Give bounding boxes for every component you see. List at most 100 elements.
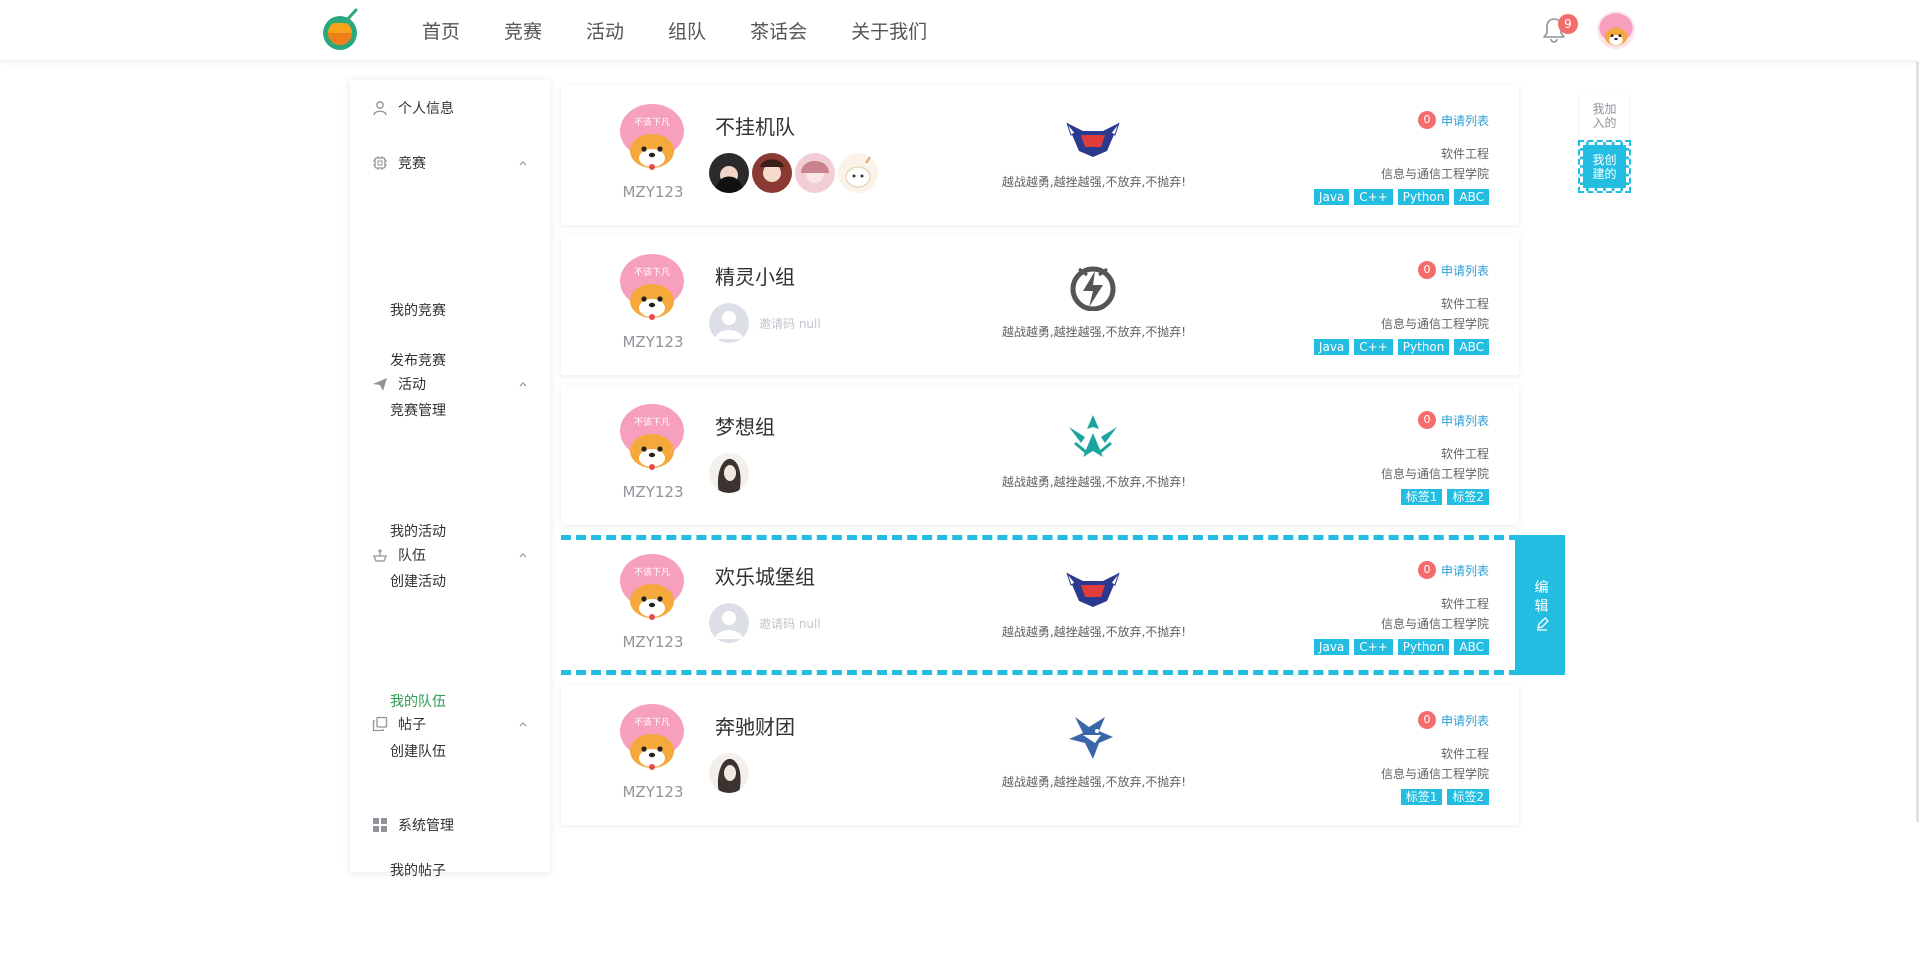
- member-avatar[interactable]: [709, 753, 749, 793]
- team-name[interactable]: 奔驰财团: [715, 711, 795, 740]
- team-card[interactable]: 不该下凡 MZY123 奔驰财团 越战越勇,越挫越强,不放弃,不抛弃! 0 申请…: [561, 685, 1519, 825]
- team-college: 信息与通信工程学院: [1380, 617, 1489, 631]
- filter-joined-teams[interactable]: 我加 入的: [1580, 91, 1629, 140]
- sidebar-item-label: 帖子: [398, 717, 426, 733]
- nav-about-us[interactable]: 关于我们: [851, 17, 927, 44]
- team-name[interactable]: 梦想组: [715, 411, 775, 440]
- team-tag: C++: [1354, 639, 1393, 655]
- team-major: 软件工程: [1440, 747, 1489, 761]
- user-avatar[interactable]: [1597, 11, 1635, 49]
- cpu-icon: [373, 156, 387, 170]
- team-card[interactable]: 不该下凡 MZY123 精灵小组 邀请码 null 越战越勇,越挫越强,不放弃,…: [561, 235, 1519, 375]
- sidebar-subitem-my-competition[interactable]: 我的竞赛: [350, 290, 550, 330]
- sidebar-item-system-management[interactable]: 系统管理: [350, 805, 550, 845]
- invite-code: 邀请码 null: [759, 316, 821, 331]
- team-slogan: 越战越勇,越挫越强,不放弃,不抛弃!: [1001, 625, 1187, 639]
- crown-emblem-logo-icon: [1069, 415, 1117, 457]
- team-tag: 标签2: [1447, 489, 1489, 505]
- team-tags: 标签1 标签2: [1396, 789, 1489, 805]
- grid-icon: [373, 818, 387, 832]
- main-nav: 首页 竞赛 活动 组队 茶话会 关于我们: [422, 0, 971, 60]
- apply-list-link[interactable]: 0 申请列表: [1417, 711, 1489, 729]
- team-tag: 标签2: [1447, 789, 1489, 805]
- apply-list-link[interactable]: 0 申请列表: [1417, 111, 1489, 129]
- leader-avatar[interactable]: 不该下凡: [618, 703, 686, 771]
- apply-count-badge: 0: [1417, 411, 1436, 429]
- apply-count-badge: 0: [1417, 261, 1436, 279]
- sidebar-item-posts[interactable]: 帖子: [350, 704, 550, 744]
- default-avatar-icon[interactable]: [709, 603, 749, 643]
- apply-count-badge: 0: [1417, 561, 1436, 579]
- shiba-avatar-icon: 不该下凡: [618, 253, 686, 321]
- member-avatar[interactable]: [795, 153, 835, 193]
- team-card[interactable]: 不该下凡 MZY123 不挂机队 越战越勇,越挫越强,不放弃,不抛弃! 0 申请…: [561, 85, 1519, 225]
- leader-avatar[interactable]: 不该下凡: [618, 103, 686, 171]
- team-college: 信息与通信工程学院: [1380, 467, 1489, 481]
- team-tag: 标签1: [1400, 789, 1443, 805]
- shiba-avatar-icon: 不该下凡: [618, 103, 686, 171]
- team-name[interactable]: 欢乐城堡组: [715, 561, 815, 590]
- edit-label-char: 辑: [1534, 599, 1549, 615]
- apply-count-badge: 0: [1417, 711, 1436, 729]
- team-slogan: 越战越勇,越挫越强,不放弃,不抛弃!: [1001, 325, 1187, 339]
- scrollbar[interactable]: [1916, 62, 1919, 822]
- nav-activity[interactable]: 活动: [586, 17, 624, 44]
- member-list: 邀请码 null: [709, 603, 821, 643]
- sidebar-item-personal-info[interactable]: 个人信息: [350, 88, 550, 128]
- team-tags: Java C++ Python ABC: [1309, 639, 1489, 655]
- team-tag: 标签1: [1400, 489, 1443, 505]
- shark-logo-icon: [1069, 717, 1113, 759]
- apply-list-link[interactable]: 0 申请列表: [1417, 261, 1489, 279]
- leader-avatar[interactable]: 不该下凡: [618, 253, 686, 321]
- member-avatar[interactable]: [752, 153, 792, 193]
- sidebar-item-competition[interactable]: 竞赛: [350, 143, 550, 183]
- apply-list-link[interactable]: 0 申请列表: [1417, 411, 1489, 429]
- chevron-up-icon: [519, 553, 527, 558]
- team-slogan: 越战越勇,越挫越强,不放弃,不抛弃!: [1001, 775, 1187, 789]
- default-avatar-icon[interactable]: [709, 303, 749, 343]
- member-avatar[interactable]: [838, 153, 878, 193]
- shiba-avatar-icon: [1597, 11, 1635, 49]
- sidebar-menu: 个人信息 竞赛 我的竞赛 发布竞赛 竞赛管理 活动 我的活动 创建活动 队伍 我…: [350, 80, 550, 879]
- apply-list-label: 申请列表: [1440, 263, 1489, 278]
- apply-count-badge: 0: [1417, 111, 1436, 129]
- filter-label: 建的: [1592, 166, 1617, 181]
- sidebar-item-activity[interactable]: 活动: [350, 364, 550, 404]
- team-name[interactable]: 精灵小组: [715, 261, 795, 290]
- team-name[interactable]: 不挂机队: [715, 111, 795, 140]
- nav-home[interactable]: 首页: [422, 17, 460, 44]
- edit-team-button[interactable]: 编 辑: [1515, 535, 1565, 675]
- leader-avatar[interactable]: 不该下凡: [618, 553, 686, 621]
- leader-avatar[interactable]: 不该下凡: [618, 403, 686, 471]
- member-avatar[interactable]: [709, 153, 749, 193]
- shiba-avatar-icon: 不该下凡: [618, 403, 686, 471]
- team-card[interactable]: 不该下凡 MZY123 梦想组 越战越勇,越挫越强,不放弃,不抛弃! 0 申请列…: [561, 385, 1519, 525]
- team-major: 软件工程: [1440, 147, 1489, 161]
- team-card-selected[interactable]: 不该下凡 MZY123 欢乐城堡组 邀请码 null 越战越勇,越挫越强,不放弃…: [561, 535, 1565, 675]
- sidebar-item-label: 系统管理: [398, 818, 454, 834]
- pencil-icon: [1536, 617, 1549, 631]
- site-logo[interactable]: [318, 8, 364, 52]
- nav-tea-party[interactable]: 茶话会: [750, 17, 807, 44]
- filter-label: 我加: [1592, 101, 1617, 116]
- leader-name: MZY123: [622, 333, 684, 351]
- member-avatar[interactable]: [709, 453, 749, 493]
- apply-list-label: 申请列表: [1440, 563, 1489, 578]
- chevron-up-icon: [519, 161, 527, 166]
- apply-list-label: 申请列表: [1440, 413, 1489, 428]
- team-tag: ABC: [1454, 339, 1489, 355]
- team-tag: ABC: [1454, 189, 1489, 205]
- sidebar-item-team[interactable]: 队伍: [350, 535, 550, 575]
- nav-team[interactable]: 组队: [668, 17, 706, 44]
- team-college: 信息与通信工程学院: [1380, 167, 1489, 181]
- sidebar-subitem-my-posts[interactable]: 我的帖子: [350, 850, 550, 890]
- leader-name: MZY123: [622, 483, 684, 501]
- apply-list-link[interactable]: 0 申请列表: [1417, 561, 1489, 579]
- team-tags: Java C++ Python ABC: [1309, 189, 1489, 205]
- team-tag: Python: [1397, 639, 1450, 655]
- filter-created-teams[interactable]: 我创 建的: [1578, 140, 1631, 193]
- svg-text:不该下凡: 不该下凡: [634, 716, 670, 728]
- nav-competition[interactable]: 竞赛: [504, 17, 542, 44]
- team-tag: Python: [1397, 339, 1450, 355]
- team-college: 信息与通信工程学院: [1380, 317, 1489, 331]
